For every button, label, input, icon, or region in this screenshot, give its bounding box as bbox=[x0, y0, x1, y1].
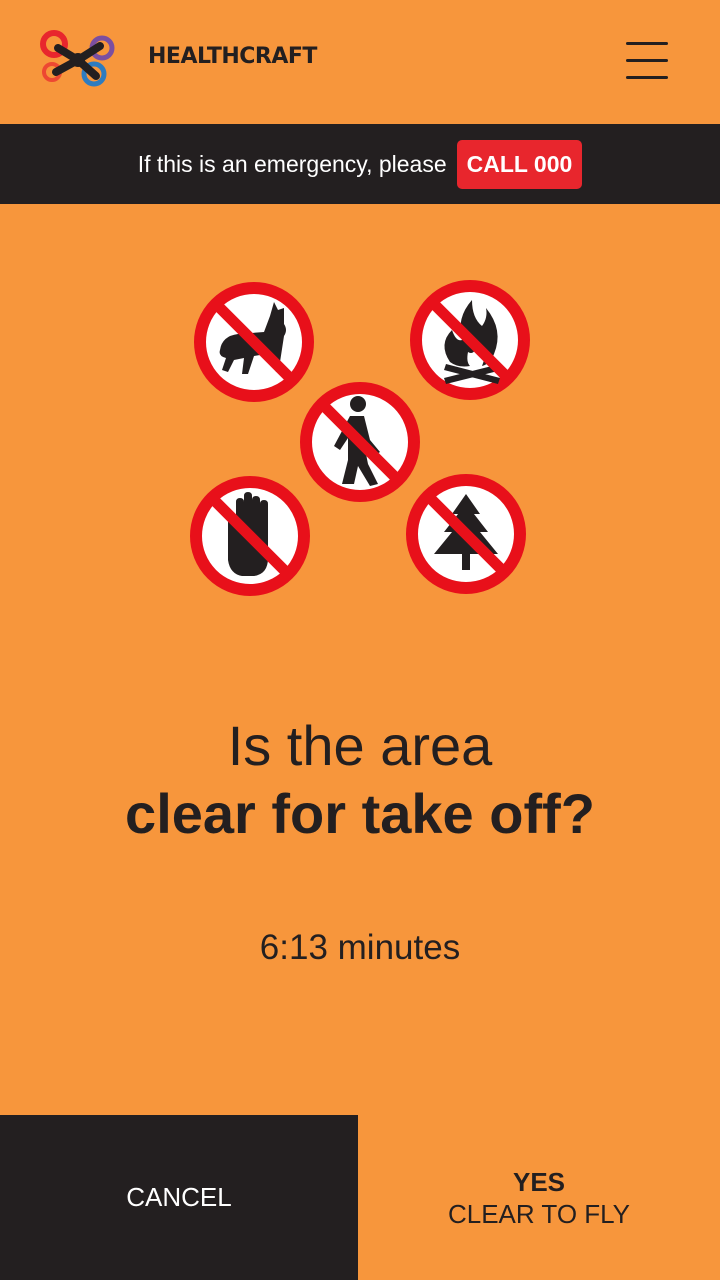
emergency-text: If this is an emergency, please bbox=[137, 150, 447, 177]
call-emergency-button[interactable]: CALL 000 bbox=[456, 139, 583, 189]
emergency-banner: If this is an emergency, please CALL 000 bbox=[0, 124, 720, 204]
no-fire-icon bbox=[410, 280, 530, 400]
cancel-label: CANCEL bbox=[126, 1182, 232, 1212]
question-line-2: clear for take off? bbox=[125, 782, 595, 845]
no-touching-icon bbox=[190, 476, 310, 596]
cancel-button[interactable]: CANCEL bbox=[0, 1115, 358, 1280]
takeoff-question: Is the area clear for take off? bbox=[0, 712, 720, 848]
yes-label: YES bbox=[512, 1166, 566, 1197]
countdown-timer: 6:13 minutes bbox=[259, 928, 461, 967]
no-trees-icon bbox=[406, 474, 526, 594]
brand-name: HEALTHCRAFT bbox=[148, 44, 317, 69]
question-line-1: Is the area bbox=[227, 714, 493, 777]
app-header: HEALTHCRAFT bbox=[0, 0, 720, 124]
drone-logo-icon[interactable] bbox=[38, 28, 120, 90]
clear-to-fly-button[interactable]: YES CLEAR TO FLY bbox=[358, 1115, 720, 1280]
hamburger-menu-icon[interactable] bbox=[624, 40, 670, 82]
clear-to-fly-label: CLEAR TO FLY bbox=[447, 1198, 631, 1229]
